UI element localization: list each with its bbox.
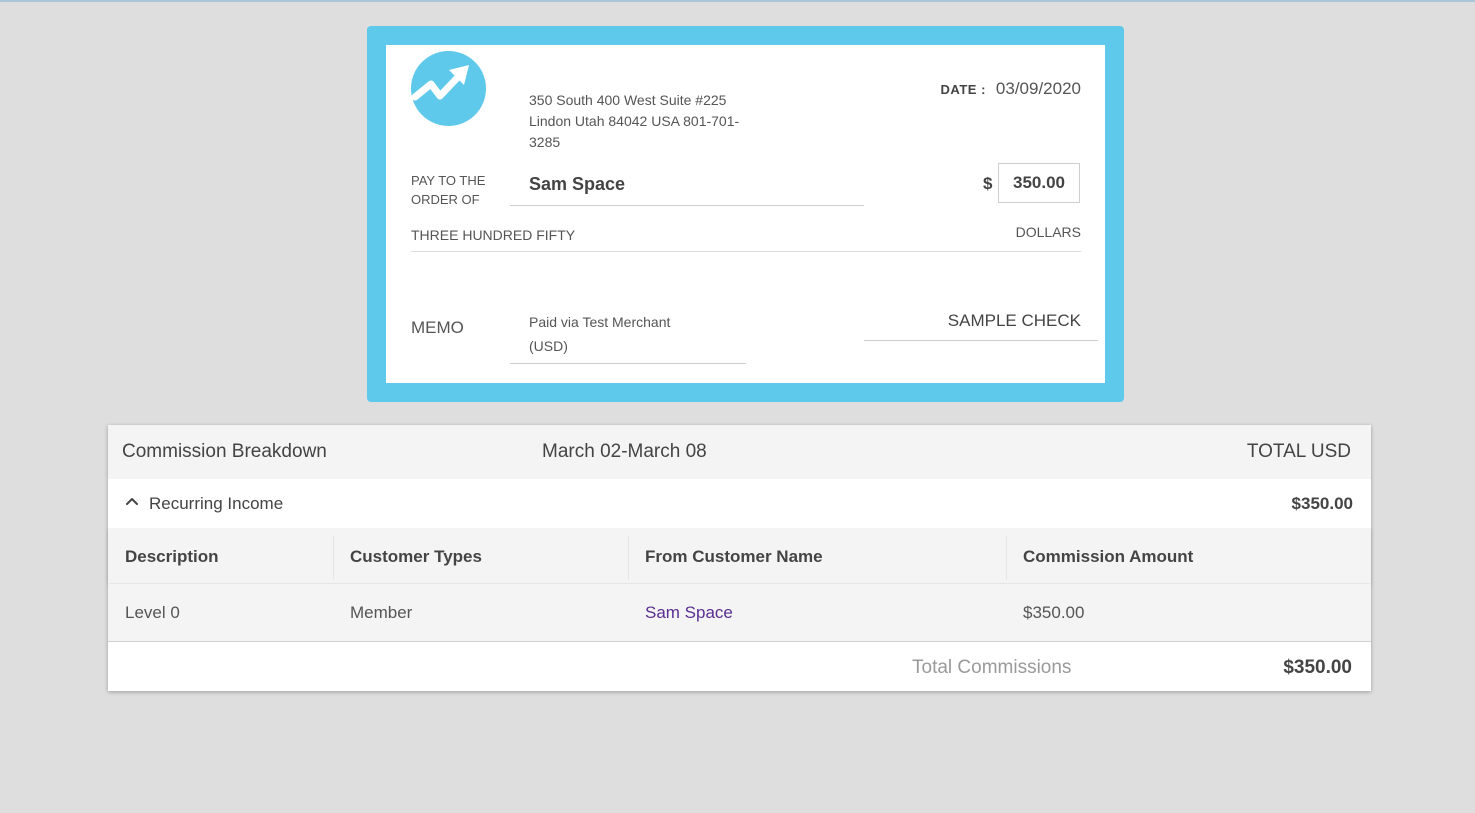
check: 350 South 400 West Suite #225 Lindon Uta… bbox=[386, 45, 1105, 383]
dollars-label: DOLLARS bbox=[1015, 224, 1081, 240]
amount-words-line: THREE HUNDRED FIFTY DOLLARS bbox=[411, 221, 1081, 252]
total-currency-label: TOTAL USD bbox=[1246, 441, 1351, 462]
memo-line-1: Paid via Test Merchant bbox=[529, 314, 671, 330]
payee-line: Sam Space bbox=[510, 165, 864, 206]
company-address: 350 South 400 West Suite #225 Lindon Uta… bbox=[529, 92, 740, 150]
total-commissions-row: Total Commissions $350.00 bbox=[108, 642, 1371, 691]
memo-label: MEMO bbox=[411, 318, 464, 337]
cell-commission-amount: $350.00 bbox=[1023, 603, 1085, 622]
check-date: DATE : 03/09/2020 bbox=[941, 79, 1081, 99]
card-title: Commission Breakdown bbox=[122, 441, 327, 462]
total-commissions-value: $350.00 bbox=[1283, 657, 1352, 678]
payee-name: Sam Space bbox=[529, 174, 626, 194]
top-border bbox=[0, 0, 1475, 2]
amount-words: THREE HUNDRED FIFTY bbox=[411, 227, 576, 243]
dollar-sign: $ bbox=[983, 174, 993, 193]
column-divider bbox=[333, 536, 334, 580]
column-header-commission-amount[interactable]: Commission Amount bbox=[1023, 547, 1193, 567]
column-header-customer-types[interactable]: Customer Types bbox=[350, 547, 482, 567]
pay-to-label: PAY TO THE ORDER OF bbox=[411, 173, 486, 207]
customer-name-link[interactable]: Sam Space bbox=[645, 603, 733, 623]
column-divider bbox=[628, 536, 629, 580]
table-row: Level 0 Member Sam Space $350.00 bbox=[108, 584, 1371, 642]
cell-customer-type: Member bbox=[350, 603, 413, 622]
cell-description: Level 0 bbox=[125, 603, 180, 622]
table-header: Description Customer Types From Customer… bbox=[108, 528, 1371, 583]
group-name: Recurring Income bbox=[149, 494, 284, 513]
card-header: Commission Breakdown March 02-March 08 T… bbox=[108, 425, 1371, 479]
check-frame: 350 South 400 West Suite #225 Lindon Uta… bbox=[367, 26, 1124, 402]
column-header-from-customer-name[interactable]: From Customer Name bbox=[645, 547, 823, 567]
trending-up-arrow-icon bbox=[411, 51, 486, 126]
column-divider bbox=[1006, 536, 1007, 580]
group-amount: $350.00 bbox=[1291, 494, 1353, 513]
memo-text: Paid via Test Merchant (USD) bbox=[510, 310, 746, 364]
signature-text: SAMPLE CHECK bbox=[947, 311, 1081, 330]
chevron-up-icon[interactable] bbox=[125, 493, 139, 513]
date-value: 03/09/2020 bbox=[995, 79, 1081, 98]
recurring-income-toggle[interactable]: Recurring Income $350.00 bbox=[108, 479, 1371, 528]
date-label: DATE : bbox=[940, 82, 986, 97]
total-commissions-label: Total Commissions bbox=[912, 657, 1072, 678]
signature-line: SAMPLE CHECK bbox=[864, 307, 1098, 341]
date-range: March 02-March 08 bbox=[542, 441, 707, 462]
amount-box: 350.00 bbox=[998, 163, 1080, 203]
commission-breakdown-card: Commission Breakdown March 02-March 08 T… bbox=[108, 425, 1371, 691]
column-header-description[interactable]: Description bbox=[125, 547, 219, 567]
memo-line-2: (USD) bbox=[529, 338, 568, 354]
